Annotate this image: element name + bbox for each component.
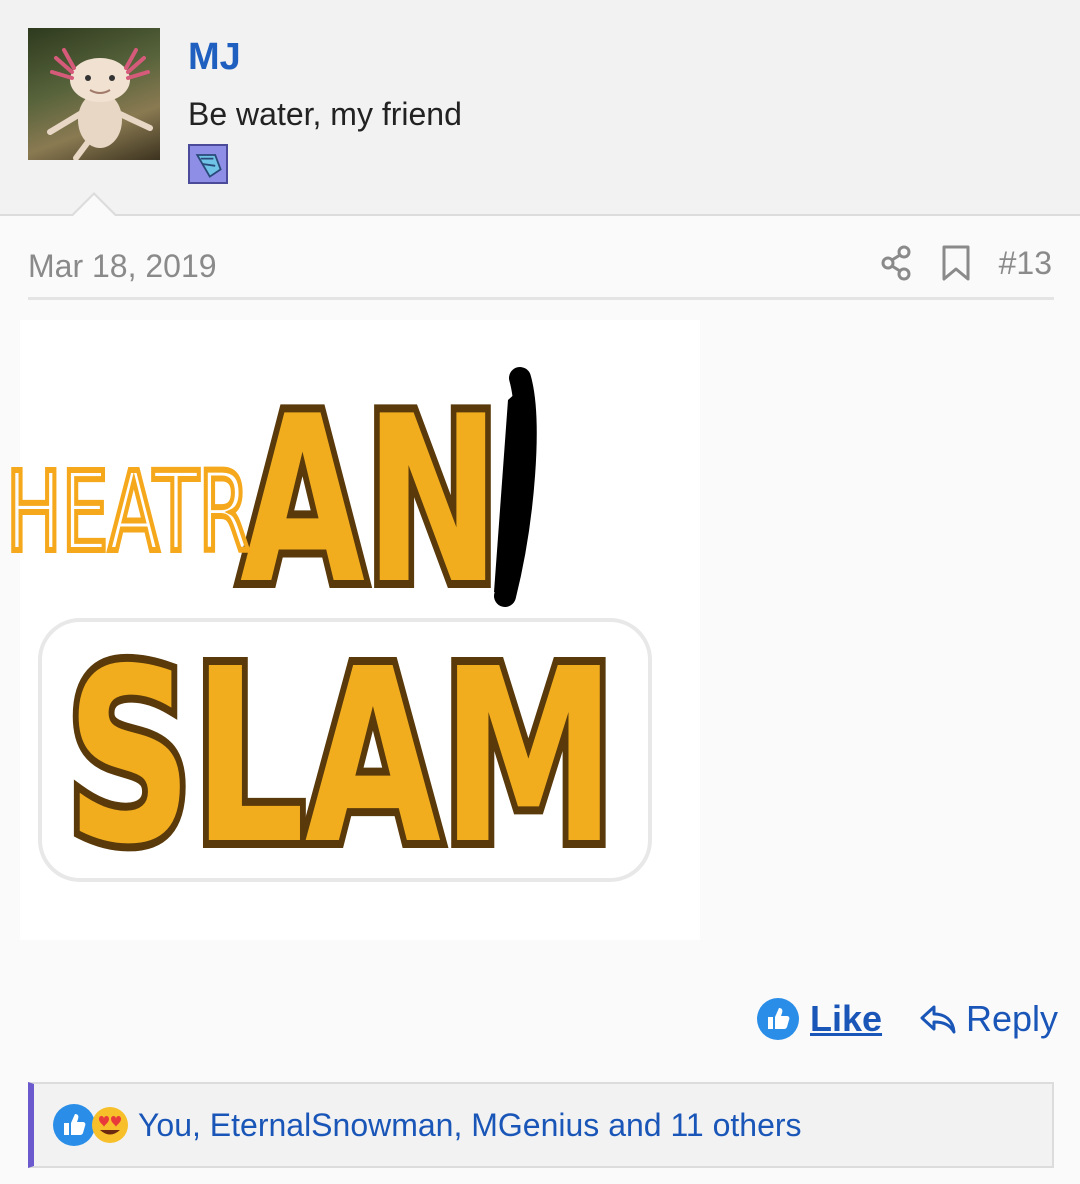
trophy-badge-icon[interactable] xyxy=(188,144,228,184)
reaction-icons xyxy=(52,1103,130,1147)
like-label: Like xyxy=(810,998,883,1039)
reply-label: Reply xyxy=(966,998,1059,1039)
header-pointer xyxy=(70,192,118,217)
reactions-bar[interactable]: You, EternalSnowman, MGenius and 11 othe… xyxy=(28,1082,1054,1168)
reply-icon xyxy=(920,1005,956,1034)
meme-bottom-word: SLAM xyxy=(66,617,616,897)
post-number[interactable]: #13 xyxy=(999,245,1052,282)
post-image[interactable]: AN SLAM HEATR xyxy=(0,300,760,950)
grand-slam-meme-image: AN SLAM HEATR xyxy=(3,320,700,940)
meme-top-word: AN xyxy=(240,368,500,635)
username[interactable]: MJ xyxy=(188,36,241,79)
reply-button[interactable]: Reply xyxy=(918,996,1058,1042)
share-icon[interactable] xyxy=(879,244,913,282)
post-meta-actions: #13 xyxy=(879,244,1052,282)
thumbs-up-icon xyxy=(757,998,799,1040)
author-header: MJ Be water, my friend xyxy=(0,0,1080,217)
heart-eyes-reaction-icon xyxy=(92,1107,128,1143)
badge-graphic xyxy=(195,154,222,178)
bookmark-icon[interactable] xyxy=(939,244,973,282)
user-tagline: Be water, my friend xyxy=(188,96,462,132)
axolotl-avatar-image xyxy=(47,48,153,160)
reactions-text[interactable]: You, EternalSnowman, MGenius and 11 othe… xyxy=(138,1107,802,1144)
meme-handwritten-text: HEATR xyxy=(6,448,250,576)
post-date[interactable]: Mar 18, 2019 xyxy=(28,248,217,285)
user-avatar[interactable] xyxy=(28,28,160,160)
like-button[interactable]: Like xyxy=(756,996,882,1042)
